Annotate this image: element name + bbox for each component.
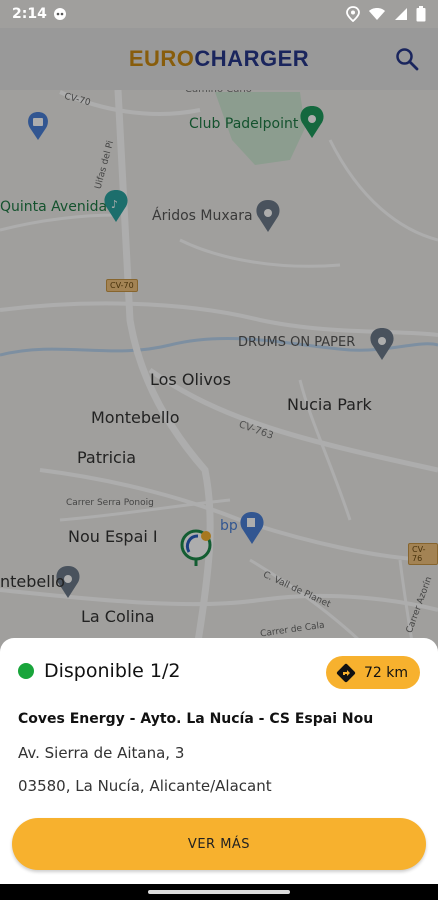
map-label-quinta-avenida: Quinta Avenida [0, 199, 108, 215]
directions-button[interactable]: 72 km [325, 656, 420, 689]
distance-value: 72 km [363, 664, 408, 681]
map-label-aridos-muxara: Áridos Muxara [152, 208, 253, 224]
battery-icon [416, 6, 426, 22]
station-bottom-sheet: Disponible 1/2 72 km Coves Energy - Ayto… [0, 638, 438, 888]
map-view[interactable]: ♪ Club Padelpoint CV-70 Uifas del Pi Qui… [0, 0, 438, 660]
map-label-carrer-serra: Carrer Serra Ponoig [66, 498, 154, 508]
wifi-icon [369, 8, 385, 20]
search-button[interactable] [394, 46, 420, 72]
padel-pin-icon[interactable] [300, 106, 324, 138]
logo-charger: CHARGER [194, 46, 310, 71]
road-badge-cv70: CV-70 [106, 279, 138, 292]
road [328, 139, 438, 242]
location-pin-icon[interactable] [370, 328, 394, 360]
map-label-nou-espai: Nou Espai I [68, 527, 158, 546]
station-name: Coves Energy - Ayto. La Nucía - CS Espai… [18, 711, 374, 727]
road [179, 238, 341, 268]
road [0, 301, 438, 337]
map-label-patricia: Patricia [77, 448, 137, 467]
status-bar: 2:14 [0, 0, 438, 28]
svg-text:♪: ♪ [111, 198, 118, 211]
road [0, 213, 119, 232]
signal-icon [395, 8, 407, 20]
map-label-drums-on-paper: DRUMS ON PAPER [238, 335, 356, 350]
logo-euro: EURO [128, 46, 195, 71]
map-label-montebello-left: ntebello [0, 572, 65, 591]
shopping-pin-icon[interactable] [28, 112, 48, 140]
map-label-montebello: Montebello [91, 408, 180, 427]
available-dot-icon [18, 663, 34, 679]
app-bar: EUROCHARGER [0, 28, 438, 90]
location-pin-icon[interactable] [256, 200, 280, 232]
system-nav-bar [0, 884, 438, 900]
home-gesture-handle[interactable] [148, 890, 290, 894]
notification-icon [53, 8, 66, 20]
search-icon [396, 48, 419, 71]
see-more-button[interactable]: VER MÁS [12, 818, 426, 870]
status-time: 2:14 [12, 6, 47, 22]
availability-status: Disponible 1/2 [44, 660, 181, 682]
map-label-los-olivos: Los Olivos [150, 370, 231, 389]
app-screen: ♪ Club Padelpoint CV-70 Uifas del Pi Qui… [0, 0, 438, 900]
fuel-station-pin-icon[interactable] [240, 512, 264, 544]
map-label-nucia-park: Nucia Park [287, 395, 372, 414]
location-icon [346, 6, 360, 22]
app-logo: EUROCHARGER [129, 46, 309, 72]
map-label-bp: bp [220, 518, 238, 534]
availability-row: Disponible 1/2 [18, 660, 180, 682]
address-line-1: Av. Sierra de Aitana, 3 [18, 744, 185, 762]
map-label-club-padelpoint: Club Padelpoint [189, 116, 299, 132]
address-line-2: 03580, La Nucía, Alicante/Alacant [18, 777, 272, 795]
map-label-la-colina: La Colina [81, 607, 155, 626]
directions-icon [336, 663, 356, 682]
road-badge-cv76: CV-76 [408, 543, 438, 565]
